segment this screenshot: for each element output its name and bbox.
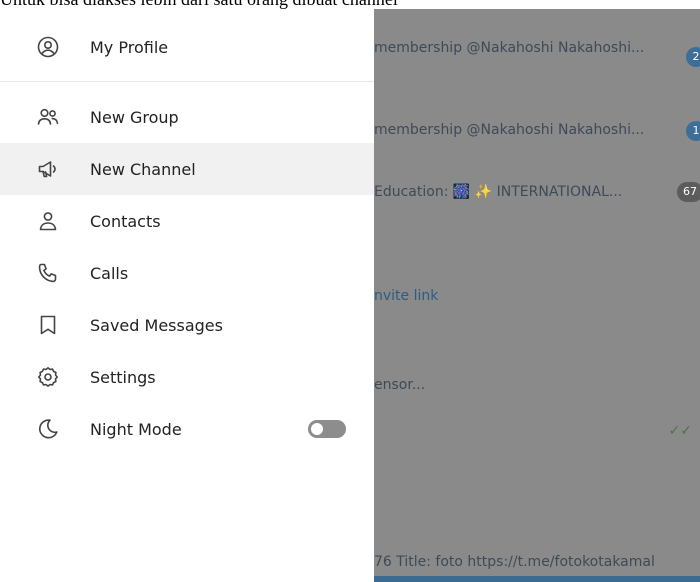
page-caption: Untuk bisa diakses lebih dari satu orang… [0, 0, 700, 9]
menu-label: New Group [90, 107, 179, 127]
chat-preview-text: 76 Title: foto https://t.me/fotokotakama… [374, 554, 655, 570]
menu-item-my-profile[interactable]: My Profile [0, 21, 374, 73]
chat-preview[interactable]: nvite link [374, 286, 438, 306]
group-icon [36, 105, 60, 129]
contact-person-icon [36, 209, 60, 233]
menu-label: Contacts [90, 211, 161, 231]
chat-preview-text: membership @Nakahoshi Nakahoshi... [374, 40, 645, 56]
chat-preview-text: membership @Nakahoshi Nakahoshi... [374, 122, 645, 138]
menu-label: Saved Messages [90, 315, 223, 335]
moon-icon [36, 417, 60, 441]
chat-preview-text: Education: 🎆 ✨ INTERNATIONAL... [374, 184, 623, 200]
chat-preview[interactable]: membership @Nakahoshi Nakahoshi... [374, 38, 644, 58]
menu-item-calls[interactable]: Calls [0, 247, 374, 299]
unread-badge: 2 [686, 47, 700, 67]
profile-circle-icon [36, 35, 60, 59]
toggle-knob [311, 423, 323, 435]
chat-preview[interactable]: Education: 🎆 ✨ INTERNATIONAL... [374, 182, 622, 202]
unread-badge: 1 [686, 121, 700, 141]
chat-preview[interactable]: 76 Title: foto https://t.me/fotokotakama… [374, 552, 655, 572]
unread-badge: 67 [677, 182, 700, 202]
menu-item-new-channel[interactable]: New Channel [0, 143, 374, 195]
double-check-icon: ✓✓ [668, 423, 692, 439]
menu-label: Settings [90, 367, 156, 387]
chat-preview[interactable]: ensor... [374, 375, 425, 395]
menu-label: My Profile [90, 37, 169, 57]
menu-label: Night Mode [90, 419, 182, 439]
bottom-accent-bar [374, 576, 700, 582]
chat-preview-text: ensor... [374, 377, 426, 393]
menu-item-settings[interactable]: Settings [0, 351, 374, 403]
menu-label: Calls [90, 263, 129, 283]
phone-icon [36, 261, 60, 285]
menu-item-new-group[interactable]: New Group [0, 91, 374, 143]
menu-item-saved-messages[interactable]: Saved Messages [0, 299, 374, 351]
menu-item-night-mode[interactable]: Night Mode [0, 403, 374, 455]
gear-icon [36, 365, 60, 389]
menu-divider [0, 81, 374, 82]
night-mode-toggle[interactable] [308, 420, 346, 438]
menu-label: New Channel [90, 159, 196, 179]
megaphone-icon [36, 157, 60, 181]
bookmark-icon [36, 313, 60, 337]
chat-preview[interactable]: membership @Nakahoshi Nakahoshi... [374, 120, 644, 140]
side-drawer: My Profile New Group New Channel Contact… [0, 9, 374, 582]
chat-preview-text: nvite link [374, 288, 439, 304]
menu-item-contacts[interactable]: Contacts [0, 195, 374, 247]
